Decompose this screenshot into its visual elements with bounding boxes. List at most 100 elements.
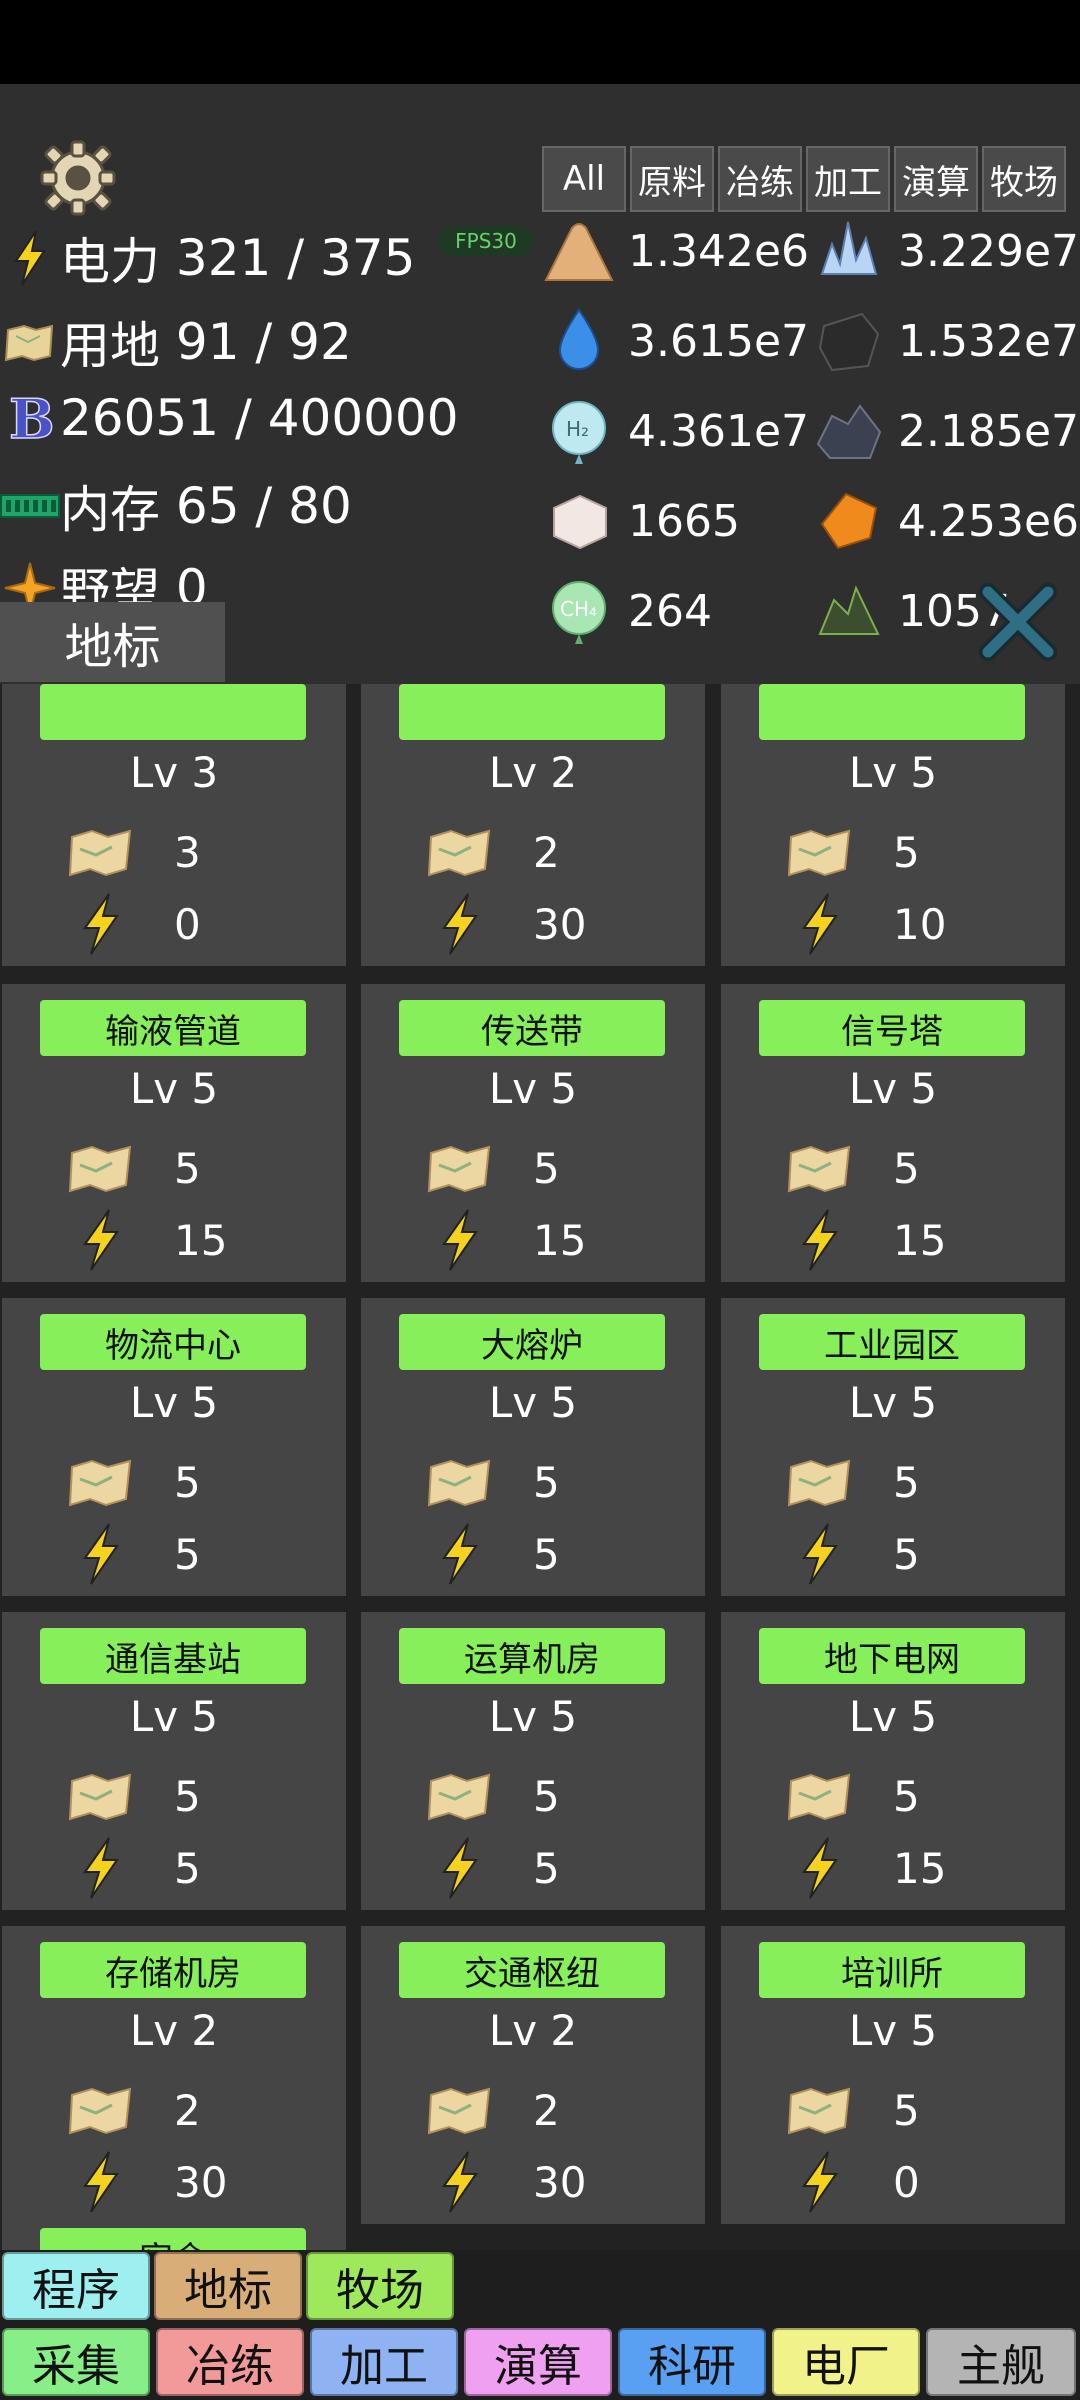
map-icon bbox=[425, 1138, 495, 1198]
nav-ranch-button[interactable]: 牧场 bbox=[306, 2252, 454, 2320]
building-name bbox=[399, 684, 665, 740]
nav-gather-button[interactable]: 采集 bbox=[2, 2328, 150, 2396]
map-icon bbox=[66, 2080, 136, 2140]
power-cost-row: 15 bbox=[785, 1837, 947, 1899]
power-cost-row: 5 bbox=[425, 1523, 560, 1585]
nav-power-plant-button[interactable]: 电厂 bbox=[772, 2328, 920, 2396]
building-card[interactable]: 运算机房 Lv 5 5 5 bbox=[361, 1612, 705, 1910]
power-cost-row: 5 bbox=[785, 1523, 920, 1585]
nav-mothership-button[interactable]: 主舰 bbox=[926, 2328, 1076, 2396]
power-cost: 5 bbox=[533, 1843, 560, 1893]
map-icon bbox=[66, 1452, 136, 1512]
building-card[interactable]: 传送带 Lv 5 5 15 bbox=[361, 984, 705, 1282]
methane-bubble-icon: CH₄ bbox=[552, 581, 606, 644]
crystal-cluster-icon bbox=[820, 221, 878, 275]
building-card[interactable]: 工业园区 Lv 5 5 5 bbox=[721, 1298, 1065, 1596]
tab-smelting[interactable]: 冶练 bbox=[718, 146, 802, 212]
lightning-icon bbox=[66, 1209, 136, 1271]
close-icon[interactable] bbox=[976, 580, 1060, 664]
nav-research-button[interactable]: 科研 bbox=[618, 2328, 766, 2396]
building-card[interactable]: 大熔炉 Lv 5 5 5 bbox=[361, 1298, 705, 1596]
building-card[interactable]: Lv 3 3 0 bbox=[2, 684, 346, 966]
resource-value: 3.229e7 bbox=[898, 225, 1080, 277]
land-cost-row: 2 bbox=[66, 2080, 201, 2140]
bits-value: 26051 / 400000 bbox=[60, 389, 459, 447]
power-cost-row: 0 bbox=[785, 2151, 920, 2213]
building-card[interactable]: 存储机房 Lv 2 2 30 bbox=[2, 1926, 346, 2224]
ore-rocks-icon bbox=[816, 404, 882, 459]
power-cost-row: 5 bbox=[66, 1523, 201, 1585]
landmark-section-tab[interactable]: 地标 bbox=[0, 602, 225, 682]
building-card[interactable]: 通信基站 Lv 5 5 5 bbox=[2, 1612, 346, 1910]
map-icon bbox=[66, 822, 136, 882]
land-cost-row: 5 bbox=[785, 1766, 920, 1826]
building-name: 信号塔 bbox=[759, 1000, 1025, 1056]
building-name: 输液管道 bbox=[40, 1000, 306, 1056]
nav-process-button[interactable]: 加工 bbox=[310, 2328, 458, 2396]
building-card[interactable]: 物流中心 Lv 5 5 5 bbox=[2, 1298, 346, 1596]
nav-program-button[interactable]: 程序 bbox=[2, 2252, 150, 2320]
lightning-icon bbox=[0, 228, 60, 288]
power-cost: 0 bbox=[174, 899, 201, 949]
memory-stat: 内存 65 / 80 bbox=[0, 470, 352, 542]
land-cost-row: 5 bbox=[785, 2080, 920, 2140]
memory-label: 内存 bbox=[60, 481, 160, 539]
building-name: 存储机房 bbox=[40, 1942, 306, 1998]
lightning-icon bbox=[785, 1209, 855, 1271]
building-level: Lv 3 bbox=[129, 748, 219, 797]
settings-gear-icon[interactable] bbox=[40, 140, 116, 216]
building-card[interactable]: 交通枢纽 Lv 2 2 30 bbox=[361, 1926, 705, 2224]
building-card[interactable]: Lv 5 5 10 bbox=[721, 684, 1065, 966]
building-level: Lv 5 bbox=[848, 1692, 938, 1741]
building-level: Lv 2 bbox=[129, 2006, 219, 2055]
power-cost: 10 bbox=[893, 899, 947, 949]
power-cost-row: 0 bbox=[66, 893, 201, 955]
power-cost-row: 5 bbox=[66, 1837, 201, 1899]
land-cost: 5 bbox=[174, 1457, 201, 1507]
resource-item: 4.253e6 bbox=[812, 484, 1079, 558]
building-level: Lv 5 bbox=[129, 1064, 219, 1113]
building-level: Lv 5 bbox=[848, 1378, 938, 1427]
power-cost: 30 bbox=[533, 899, 587, 949]
tab-ranch[interactable]: 牧场 bbox=[982, 146, 1066, 212]
power-cost: 5 bbox=[174, 1843, 201, 1893]
lightning-icon bbox=[425, 1837, 495, 1899]
lightning-icon bbox=[425, 893, 495, 955]
lightning-icon bbox=[785, 1837, 855, 1899]
nav-landmark-button[interactable]: 地标 bbox=[154, 2252, 302, 2320]
land-cost: 2 bbox=[174, 2085, 201, 2135]
tab-computing[interactable]: 演算 bbox=[894, 146, 978, 212]
power-cost: 5 bbox=[893, 1529, 920, 1579]
building-card[interactable]: 输液管道 Lv 5 5 15 bbox=[2, 984, 346, 1282]
power-cost-row: 30 bbox=[425, 2151, 586, 2213]
map-icon bbox=[785, 822, 855, 882]
building-level: Lv 2 bbox=[488, 2006, 578, 2055]
tab-processing[interactable]: 加工 bbox=[806, 146, 890, 212]
power-label: 电力 bbox=[60, 233, 160, 291]
land-cost-row: 5 bbox=[425, 1138, 560, 1198]
bits-stat: B 26051 / 400000 bbox=[0, 388, 459, 448]
map-icon bbox=[785, 1138, 855, 1198]
resource-item: 1.532e7 bbox=[812, 304, 1079, 378]
building-card[interactable]: 地下电网 Lv 5 5 15 bbox=[721, 1612, 1065, 1910]
nav-smelt-button[interactable]: 冶练 bbox=[156, 2328, 304, 2396]
tab-all[interactable]: All bbox=[542, 146, 626, 212]
tab-raw-materials[interactable]: 原料 bbox=[630, 146, 714, 212]
building-name: 运算机房 bbox=[399, 1628, 665, 1684]
building-card[interactable]: Lv 2 2 30 bbox=[361, 684, 705, 966]
land-cost-row: 5 bbox=[785, 1452, 920, 1512]
map-icon bbox=[425, 1452, 495, 1512]
power-stat: 电力 321 / 375 bbox=[0, 222, 415, 294]
building-grid: Lv 3 3 0 Lv 2 2 30 Lv 5 5 10 输液管道 Lv 5 5… bbox=[0, 684, 1080, 2250]
power-cost: 15 bbox=[893, 1843, 947, 1893]
land-cost: 5 bbox=[174, 1143, 201, 1193]
building-level: Lv 5 bbox=[848, 748, 938, 797]
building-card[interactable]: 信号塔 Lv 5 5 15 bbox=[721, 984, 1065, 1282]
building-card[interactable]: 培训所 Lv 5 5 0 bbox=[721, 1926, 1065, 2224]
nav-compute-button[interactable]: 演算 bbox=[464, 2328, 612, 2396]
resource-item: 1.342e6 bbox=[542, 214, 809, 288]
building-card[interactable]: 宿舍 bbox=[2, 2212, 346, 2250]
building-name: 宿舍 bbox=[40, 2228, 306, 2250]
resource-badge: CH₄ bbox=[560, 597, 597, 621]
land-cost: 5 bbox=[893, 2085, 920, 2135]
